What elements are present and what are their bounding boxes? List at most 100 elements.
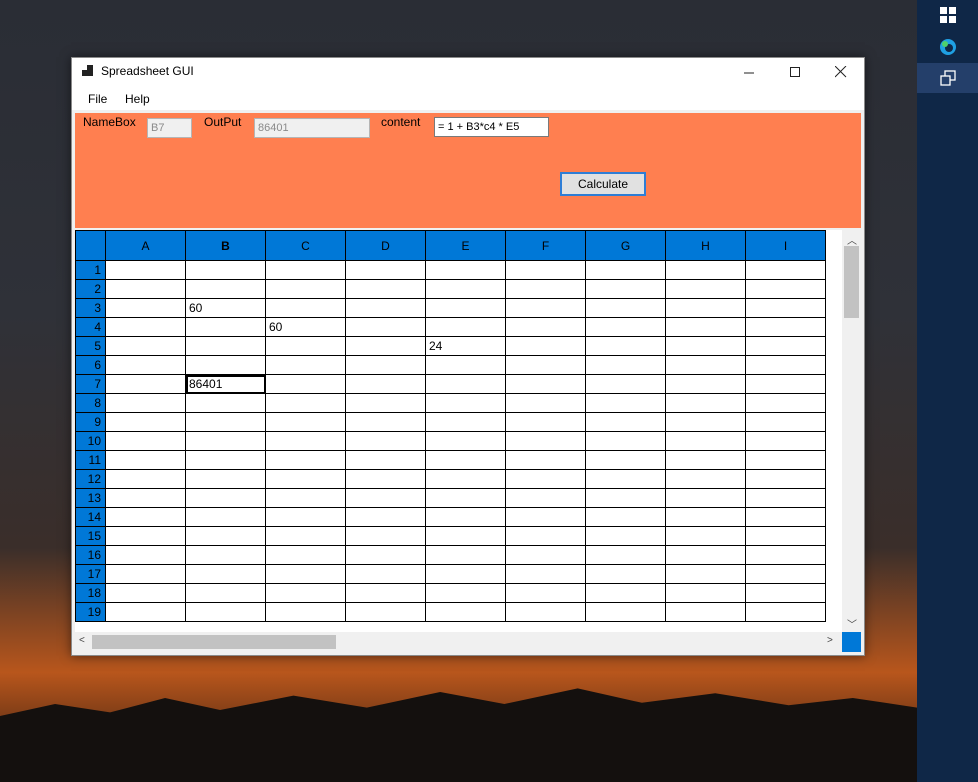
cell-b14[interactable] bbox=[185, 507, 266, 527]
cell-g14[interactable] bbox=[585, 507, 666, 527]
cell-i19[interactable] bbox=[745, 602, 826, 622]
cell-c7[interactable] bbox=[265, 374, 346, 394]
cell-f9[interactable] bbox=[505, 412, 586, 432]
cell-g5[interactable] bbox=[585, 336, 666, 356]
cell-b1[interactable] bbox=[185, 260, 266, 280]
row-header-11[interactable]: 11 bbox=[75, 450, 106, 470]
cell-i11[interactable] bbox=[745, 450, 826, 470]
scroll-left-icon[interactable]: < bbox=[79, 635, 85, 646]
column-header-b[interactable]: B bbox=[185, 230, 266, 261]
cell-g16[interactable] bbox=[585, 545, 666, 565]
cell-b12[interactable] bbox=[185, 469, 266, 489]
cell-f16[interactable] bbox=[505, 545, 586, 565]
cell-a16[interactable] bbox=[105, 545, 186, 565]
column-header-g[interactable]: G bbox=[585, 230, 666, 261]
cell-c12[interactable] bbox=[265, 469, 346, 489]
row-header-7[interactable]: 7 bbox=[75, 374, 106, 394]
cell-f12[interactable] bbox=[505, 469, 586, 489]
cell-f13[interactable] bbox=[505, 488, 586, 508]
cell-f10[interactable] bbox=[505, 431, 586, 451]
cell-i17[interactable] bbox=[745, 564, 826, 584]
cell-c19[interactable] bbox=[265, 602, 346, 622]
row-header-4[interactable]: 4 bbox=[75, 317, 106, 337]
cell-h13[interactable] bbox=[665, 488, 746, 508]
cell-e16[interactable] bbox=[425, 545, 506, 565]
maximize-button[interactable] bbox=[772, 58, 818, 86]
cell-c2[interactable] bbox=[265, 279, 346, 299]
cell-b19[interactable] bbox=[185, 602, 266, 622]
column-header-e[interactable]: E bbox=[425, 230, 506, 261]
cell-g11[interactable] bbox=[585, 450, 666, 470]
cell-h6[interactable] bbox=[665, 355, 746, 375]
cell-a15[interactable] bbox=[105, 526, 186, 546]
cell-c4[interactable]: 60 bbox=[265, 317, 346, 337]
column-header-f[interactable]: F bbox=[505, 230, 586, 261]
cell-g3[interactable] bbox=[585, 298, 666, 318]
cell-f11[interactable] bbox=[505, 450, 586, 470]
cell-c8[interactable] bbox=[265, 393, 346, 413]
column-header-a[interactable]: A bbox=[105, 230, 186, 261]
cell-a11[interactable] bbox=[105, 450, 186, 470]
cell-f18[interactable] bbox=[505, 583, 586, 603]
cell-e3[interactable] bbox=[425, 298, 506, 318]
cell-h2[interactable] bbox=[665, 279, 746, 299]
cell-i13[interactable] bbox=[745, 488, 826, 508]
cell-e7[interactable] bbox=[425, 374, 506, 394]
cell-f5[interactable] bbox=[505, 336, 586, 356]
cell-g10[interactable] bbox=[585, 431, 666, 451]
cell-b4[interactable] bbox=[185, 317, 266, 337]
row-header-6[interactable]: 6 bbox=[75, 355, 106, 375]
row-header-5[interactable]: 5 bbox=[75, 336, 106, 356]
cell-e8[interactable] bbox=[425, 393, 506, 413]
cell-a18[interactable] bbox=[105, 583, 186, 603]
cell-h3[interactable] bbox=[665, 298, 746, 318]
cell-f15[interactable] bbox=[505, 526, 586, 546]
cell-f14[interactable] bbox=[505, 507, 586, 527]
column-header-h[interactable]: H bbox=[665, 230, 746, 261]
cell-e18[interactable] bbox=[425, 583, 506, 603]
cell-b6[interactable] bbox=[185, 355, 266, 375]
cell-i7[interactable] bbox=[745, 374, 826, 394]
cell-c14[interactable] bbox=[265, 507, 346, 527]
cell-e19[interactable] bbox=[425, 602, 506, 622]
cell-b18[interactable] bbox=[185, 583, 266, 603]
row-header-3[interactable]: 3 bbox=[75, 298, 106, 318]
cell-d1[interactable] bbox=[345, 260, 426, 280]
row-header-13[interactable]: 13 bbox=[75, 488, 106, 508]
cell-i3[interactable] bbox=[745, 298, 826, 318]
cell-c3[interactable] bbox=[265, 298, 346, 318]
scroll-right-icon[interactable]: > bbox=[827, 635, 833, 646]
cell-d15[interactable] bbox=[345, 526, 426, 546]
cell-h9[interactable] bbox=[665, 412, 746, 432]
cell-d5[interactable] bbox=[345, 336, 426, 356]
output-field[interactable]: 86401 bbox=[254, 118, 370, 138]
row-header-1[interactable]: 1 bbox=[75, 260, 106, 280]
cell-c18[interactable] bbox=[265, 583, 346, 603]
spreadsheet-app-taskbar-button[interactable] bbox=[917, 63, 978, 93]
cell-d6[interactable] bbox=[345, 355, 426, 375]
cell-c6[interactable] bbox=[265, 355, 346, 375]
row-header-12[interactable]: 12 bbox=[75, 469, 106, 489]
cell-b5[interactable] bbox=[185, 336, 266, 356]
minimize-button[interactable] bbox=[726, 58, 772, 86]
row-header-17[interactable]: 17 bbox=[75, 564, 106, 584]
cell-g9[interactable] bbox=[585, 412, 666, 432]
cell-e17[interactable] bbox=[425, 564, 506, 584]
cell-c15[interactable] bbox=[265, 526, 346, 546]
cell-g17[interactable] bbox=[585, 564, 666, 584]
calculate-button[interactable]: Calculate bbox=[560, 172, 646, 196]
cell-a6[interactable] bbox=[105, 355, 186, 375]
cell-h19[interactable] bbox=[665, 602, 746, 622]
cell-g13[interactable] bbox=[585, 488, 666, 508]
edge-browser-button[interactable] bbox=[917, 32, 978, 62]
cell-b10[interactable] bbox=[185, 431, 266, 451]
row-header-14[interactable]: 14 bbox=[75, 507, 106, 527]
cell-h1[interactable] bbox=[665, 260, 746, 280]
cell-a1[interactable] bbox=[105, 260, 186, 280]
column-header-c[interactable]: C bbox=[265, 230, 346, 261]
cell-f7[interactable] bbox=[505, 374, 586, 394]
cell-d2[interactable] bbox=[345, 279, 426, 299]
cell-a19[interactable] bbox=[105, 602, 186, 622]
cell-h4[interactable] bbox=[665, 317, 746, 337]
cell-b3[interactable]: 60 bbox=[185, 298, 266, 318]
